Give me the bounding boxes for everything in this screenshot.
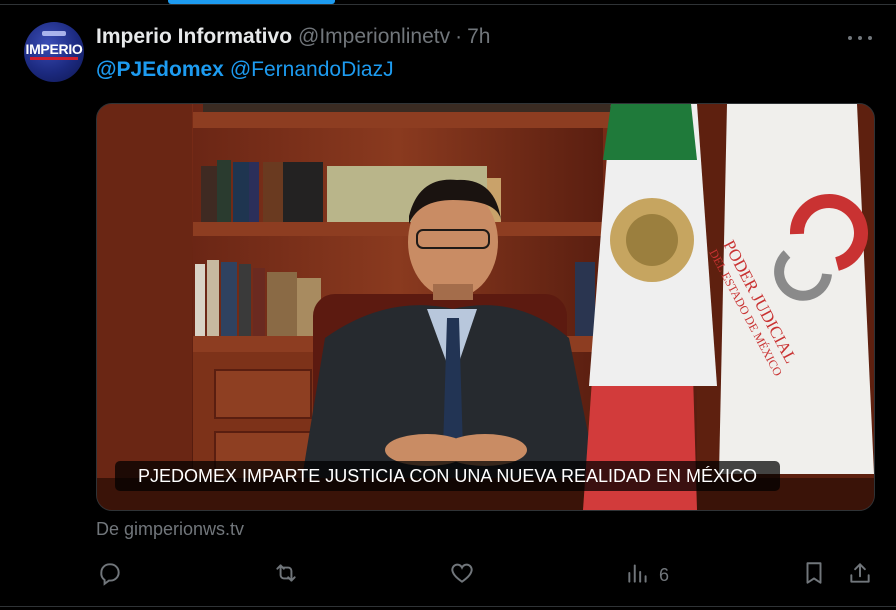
like-icon — [449, 560, 475, 591]
tweet-header: Imperio Informativo @Imperionlinetv · 7h — [96, 24, 490, 50]
more-options-icon[interactable] — [848, 34, 872, 42]
views-button[interactable]: 6 — [625, 560, 669, 590]
avatar-logo-mark — [42, 31, 66, 36]
separator: · — [455, 25, 463, 48]
avatar-brand-text: IMPERIO — [25, 41, 83, 57]
link-source[interactable]: De gimperionws.tv — [96, 519, 244, 540]
reply-icon — [97, 560, 123, 591]
views-count: 6 — [659, 564, 670, 585]
mention-link[interactable]: @PJEdomex — [96, 58, 224, 81]
tweet-actions: 6 — [0, 560, 896, 590]
retweet-icon — [273, 560, 299, 591]
like-button[interactable] — [449, 560, 475, 590]
bookmark-icon — [801, 560, 827, 591]
tweet-text: @PJEdomex @FernandoDiazJ — [96, 58, 394, 82]
divider — [0, 4, 896, 5]
reply-button[interactable] — [97, 560, 123, 590]
mention-link[interactable]: @FernandoDiazJ — [230, 58, 394, 81]
avatar-stripe — [30, 57, 78, 60]
share-icon — [847, 560, 873, 591]
video-caption: PJEDOMEX IMPARTE JUSTICIA CON UNA NUEVA … — [115, 461, 780, 491]
views-icon — [625, 560, 651, 591]
timestamp[interactable]: 7h — [467, 25, 490, 49]
avatar[interactable]: IMPERIO — [24, 22, 84, 82]
media-card[interactable]: PODER JUDICIAL DEL ESTADO DE MÉXICO — [96, 103, 875, 511]
author-handle[interactable]: @Imperionlinetv — [298, 25, 450, 49]
divider — [0, 606, 896, 607]
video-frame-illustration: PODER JUDICIAL DEL ESTADO DE MÉXICO — [97, 104, 874, 510]
share-button[interactable] — [847, 560, 873, 590]
author-name[interactable]: Imperio Informativo — [96, 25, 292, 49]
retweet-button[interactable] — [273, 560, 299, 590]
bookmark-button[interactable] — [801, 560, 827, 590]
